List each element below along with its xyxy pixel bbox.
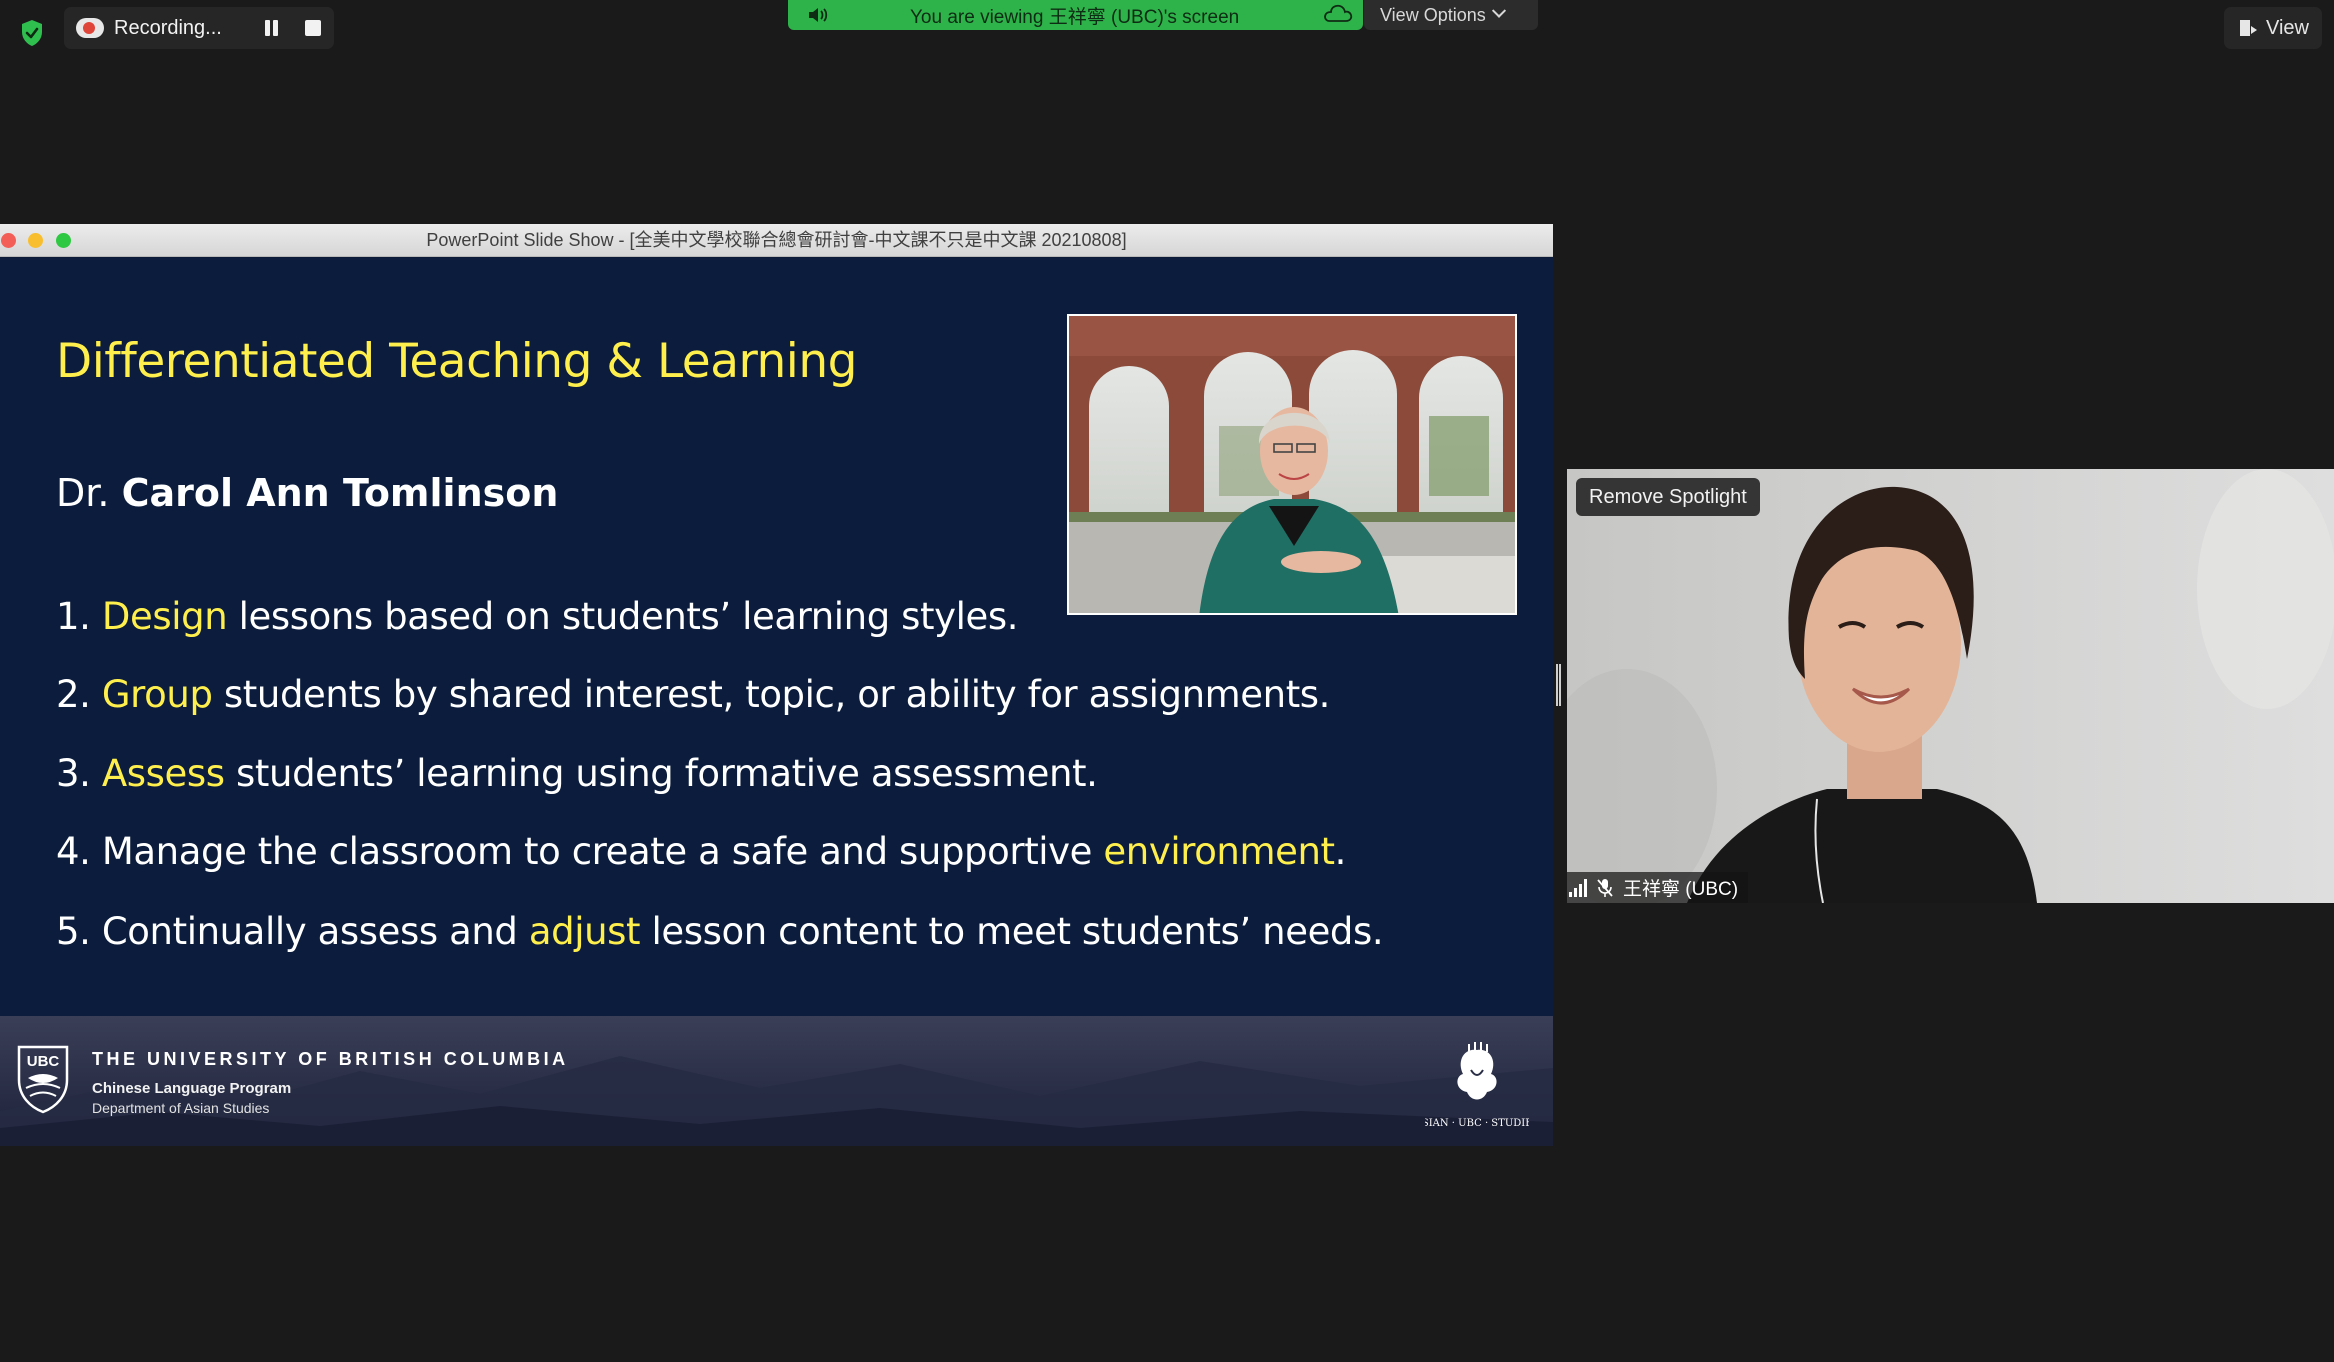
view-options-label: View Options: [1380, 4, 1486, 25]
point-highlight: Assess: [101, 752, 225, 795]
asian-studies-logo: ASIAN · UBC · STUDIES: [1425, 1042, 1529, 1129]
resize-handle[interactable]: [1556, 664, 1561, 706]
slide-point: 1. Design lessons based on students’ lea…: [56, 595, 1019, 638]
author-prefix: Dr.: [56, 471, 110, 515]
presentation-slide: Differentiated Teaching & Learning Dr. C…: [0, 258, 1553, 1146]
recording-indicator: Recording...: [64, 7, 334, 49]
window-title: PowerPoint Slide Show - [全美中文學校聯合總會研討會-中…: [426, 230, 1127, 250]
shared-screen-window: PowerPoint Slide Show - [全美中文學校聯合總會研討會-中…: [0, 224, 1553, 1146]
recording-icon: [76, 18, 104, 38]
muted-microphone-icon: [1597, 878, 1613, 897]
viewing-screen-banner: You are viewing 王祥寧 (UBC)'s screen: [788, 0, 1363, 30]
participant-name-tag: 王祥寧 (UBC): [1567, 872, 1749, 903]
point-number: 1.: [56, 595, 91, 638]
viewing-screen-text: You are viewing 王祥寧 (UBC)'s screen: [910, 6, 1240, 28]
ubc-crest-logo: UBC: [17, 1045, 69, 1114]
department-name: Department of Asian Studies: [92, 1100, 270, 1116]
security-shield-icon[interactable]: [14, 13, 50, 53]
portrait-photo: [1067, 314, 1517, 615]
view-layout-icon: [2240, 19, 2258, 37]
stop-recording-button[interactable]: [305, 20, 321, 36]
view-label: View: [2266, 16, 2309, 39]
point-number: 3.: [56, 752, 91, 795]
participant-video: [1567, 469, 2334, 903]
slide-author: Dr. Carol Ann Tomlinson: [56, 471, 558, 515]
point-highlight: Design: [101, 595, 228, 638]
program-name: Chinese Language Program: [92, 1080, 292, 1097]
participant-name: 王祥寧 (UBC): [1623, 879, 1739, 900]
speaker-icon[interactable]: [806, 5, 830, 25]
participant-video-tile[interactable]: Remove Spotlight 王祥寧 (UBC): [1567, 469, 2334, 903]
crest-text: UBC: [27, 1053, 60, 1070]
pause-recording-button[interactable]: [262, 18, 282, 38]
cloud-icon: [1324, 4, 1353, 22]
view-button[interactable]: View: [2224, 7, 2322, 49]
slide-title: Differentiated Teaching & Learning: [56, 334, 857, 389]
signal-strength-icon: [1569, 878, 1591, 897]
point-number: 4.: [56, 830, 91, 873]
author-name: Carol Ann Tomlinson: [121, 471, 559, 515]
point-number: 5.: [56, 910, 91, 953]
remove-spotlight-button[interactable]: Remove Spotlight: [1576, 478, 1760, 516]
point-highlight: adjust: [528, 910, 641, 953]
university-name: THE UNIVERSITY OF BRITISH COLUMBIA: [92, 1049, 569, 1069]
chevron-down-icon: [1491, 3, 1506, 18]
point-number: 2.: [56, 673, 91, 716]
asian-logo-text: ASIAN · UBC · STUDIES: [1425, 1118, 1529, 1129]
recording-label: Recording...: [114, 16, 222, 39]
slide-footer: UBC THE UNIVERSITY OF BRITISH COLUMBIA C…: [0, 1016, 1553, 1146]
slide-point: 5. Continually assess and adjust lesson …: [56, 910, 1384, 953]
slide-point: 3. Assess students’ learning using forma…: [56, 752, 1098, 795]
slide-point: 2. Group students by shared interest, to…: [56, 673, 1331, 716]
point-highlight: environment: [1103, 830, 1335, 873]
window-titlebar: PowerPoint Slide Show - [全美中文學校聯合總會研討會-中…: [0, 224, 1553, 257]
point-highlight: Group: [101, 673, 213, 716]
view-options-dropdown[interactable]: View Options: [1364, 0, 1538, 30]
slide-point: 4. Manage the classroom to create a safe…: [56, 830, 1347, 873]
